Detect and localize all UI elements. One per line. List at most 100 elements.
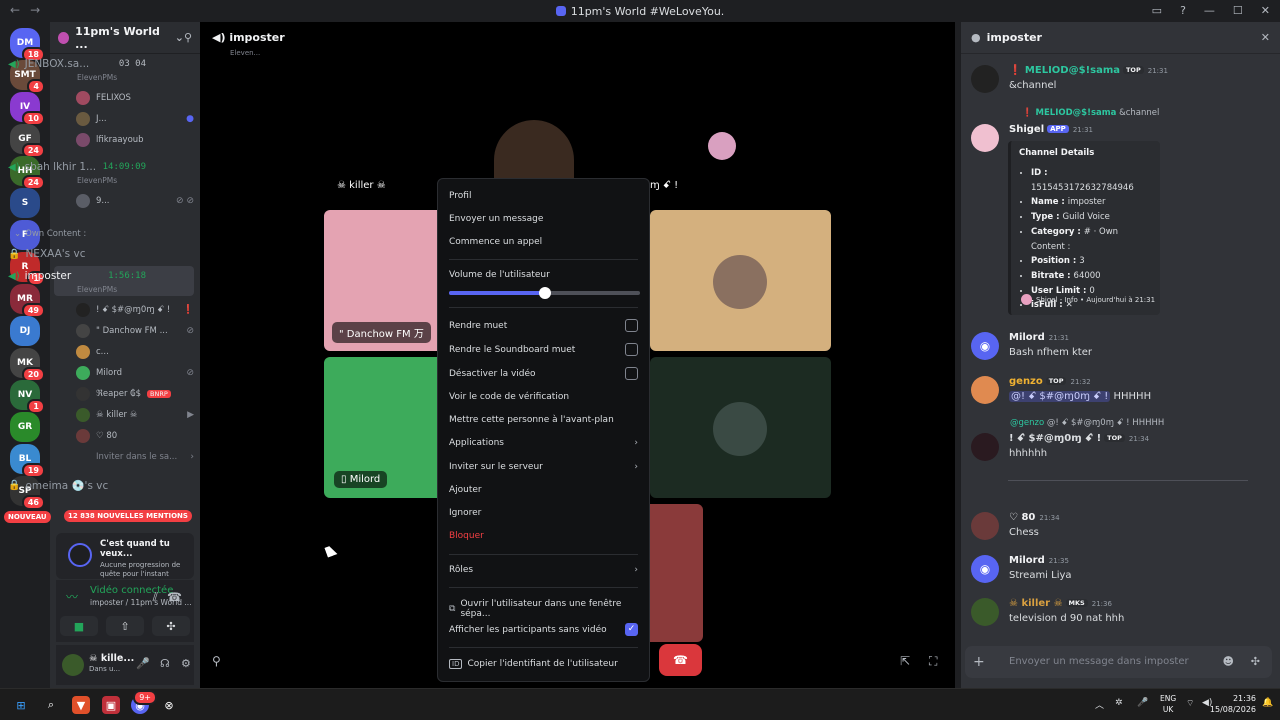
microphone-icon[interactable]: 🎤 xyxy=(136,657,150,670)
voice-channel-nexaa[interactable]: 🔒 NEXAA's vc xyxy=(4,248,146,260)
category-own-content[interactable]: ⌄ Own Content : xyxy=(4,229,146,239)
avatar[interactable] xyxy=(971,598,999,626)
voice-channel-imposter[interactable]: ◀) imposter 1:56:18 xyxy=(4,270,146,282)
menu-show-nonvideo[interactable]: Afficher les participants sans vidéo ✓ xyxy=(449,623,638,636)
server-icon-9[interactable]: DJ xyxy=(10,316,40,346)
avatar[interactable] xyxy=(971,512,999,540)
menu-profile[interactable]: Profil xyxy=(449,191,638,201)
member-lfikraayoub[interactable]: lfikraayoub xyxy=(76,133,194,147)
message-author[interactable]: ♡ 80 21:34 xyxy=(1009,512,1060,523)
disconnect-icon[interactable]: ☎ xyxy=(167,590,182,604)
emoji-icon[interactable]: ☻ xyxy=(1223,655,1234,668)
member-9[interactable]: 9... ⊘ ⊘ xyxy=(76,194,194,208)
help-icon[interactable]: ? xyxy=(1180,4,1186,17)
message-author[interactable]: Shigel APP 21:31 xyxy=(1009,124,1093,135)
server-icon-2[interactable]: IV 10 xyxy=(10,92,45,126)
avatar[interactable] xyxy=(971,433,999,461)
soundboard-checkbox[interactable] xyxy=(625,343,638,356)
message-author[interactable]: ! ꗃ $#@ɱ0ɱ ꗃ ! TOP 21:34 xyxy=(1009,433,1149,444)
avatar[interactable] xyxy=(971,124,999,152)
video-tile-danchow[interactable]: " Danchow FM 万 xyxy=(324,210,454,351)
notification-icon[interactable]: 🔔 xyxy=(1262,698,1273,708)
message-composer[interactable]: + Envoyer un message dans imposter ☻ ✣ xyxy=(965,646,1272,678)
tray-chevron-icon[interactable]: ︿ xyxy=(1095,698,1104,711)
search-icon[interactable]: ⌕ xyxy=(42,696,60,714)
message-author[interactable]: Milord 21:31 xyxy=(1009,332,1069,343)
user-name[interactable]: ☠ kille... xyxy=(89,653,134,664)
video-tile-dark[interactable] xyxy=(650,357,831,498)
menu-invite-server[interactable]: Inviter sur le serveur › xyxy=(449,462,638,472)
apps-icon[interactable]: ✣ xyxy=(1251,655,1260,668)
avatar[interactable] xyxy=(971,376,999,404)
maximize-button[interactable]: ☐ xyxy=(1233,4,1243,17)
volume-slider[interactable] xyxy=(449,287,640,299)
mentions-badge[interactable]: 12 838 NOUVELLES MENTIONS xyxy=(64,510,192,522)
voice-status[interactable]: Vidéo connectée xyxy=(90,585,173,596)
steam-icon[interactable]: ⊗ xyxy=(160,696,178,714)
menu-soundboard-mute[interactable]: Rendre le Soundboard muet xyxy=(449,343,638,356)
menu-applications[interactable]: Applications › xyxy=(449,438,638,448)
member-row[interactable]: c... xyxy=(76,345,194,359)
server-icon-0[interactable]: DM 18 xyxy=(10,28,45,62)
message-author[interactable]: ☠ killer ☠ MKS 21:36 xyxy=(1009,598,1112,609)
hang-up-button[interactable]: ☎ xyxy=(659,644,702,676)
menu-ignore[interactable]: Ignorer xyxy=(449,508,638,518)
fullscreen-icon[interactable]: ⛶ xyxy=(929,654,937,669)
server-icon-8[interactable]: MR 49 xyxy=(10,284,45,318)
volume-knob[interactable] xyxy=(538,287,551,299)
minimize-button[interactable]: — xyxy=(1204,4,1215,17)
member-reaper[interactable]: ℜeaper ₲$ BNRP xyxy=(76,387,194,401)
tray-settings-icon[interactable]: ✲ xyxy=(1115,698,1123,708)
screenshare-button[interactable]: ⇧ xyxy=(106,616,144,636)
reply-preview[interactable]: ❗ MELIOD@$!sama &channel xyxy=(1022,108,1159,118)
avatar[interactable] xyxy=(62,654,84,676)
menu-start-call[interactable]: Commence un appel xyxy=(449,237,638,247)
camera-button[interactable]: ■ xyxy=(60,616,98,636)
menu-spotlight[interactable]: Mettre cette personne à l'avant-plan xyxy=(449,415,638,425)
server-icon-11[interactable]: NV 1 xyxy=(10,380,45,414)
message-author[interactable]: Milord 21:35 xyxy=(1009,555,1069,566)
quest-card[interactable]: C'est quand tu veux... Aucune progressio… xyxy=(56,533,194,579)
gear-icon[interactable]: ⚙ xyxy=(181,657,191,670)
add-member-icon[interactable]: ⚲ xyxy=(184,31,192,44)
language-indicator[interactable]: ENG UK xyxy=(1160,693,1176,715)
server-icon-5[interactable]: S xyxy=(10,188,40,218)
popout-icon[interactable]: ⇱ xyxy=(900,654,910,668)
message-author[interactable]: ❗ MELIOD@$!sama TOP 21:31 xyxy=(1009,65,1168,76)
server-icon-12[interactable]: GR xyxy=(10,412,40,442)
member-j[interactable]: J... ● xyxy=(76,112,194,126)
reply-preview[interactable]: @genzo @! ꗃ $#@ɱ0ɱ ꗃ ! HHHHH xyxy=(1010,418,1164,428)
close-window-button[interactable]: ✕ xyxy=(1261,4,1270,17)
app-icon[interactable]: ▣ xyxy=(102,696,120,714)
menu-roles[interactable]: Rôles › xyxy=(449,565,638,575)
menu-send-message[interactable]: Envoyer un message xyxy=(449,214,638,224)
menu-block[interactable]: Bloquer xyxy=(449,531,638,541)
member-row[interactable]: " Danchow FM ... ⊘ xyxy=(76,324,194,338)
server-icon-13[interactable]: BL 19 xyxy=(10,444,45,478)
server-icon-3[interactable]: GF 24 xyxy=(10,124,45,158)
server-icon-10[interactable]: MK 20 xyxy=(10,348,45,382)
avatar[interactable] xyxy=(971,65,999,93)
inbox-icon[interactable]: ▭ xyxy=(1152,4,1162,17)
discord-taskbar-icon[interactable]: ◉ 9+ xyxy=(131,690,157,714)
voice-channel-jenbox[interactable]: ◀) JENBOX.sa... 03 04 xyxy=(4,58,146,70)
menu-copy-id[interactable]: ID Copier l'identifiant de l'utilisateur xyxy=(449,659,638,669)
video-tile-tan[interactable] xyxy=(650,210,831,351)
voice-channel-sbah[interactable]: ◀) sbah lkhir 1... 14:09:09 xyxy=(4,161,146,173)
member-milord[interactable]: Milord ⊘ xyxy=(76,366,194,380)
add-user-icon[interactable]: ⚲ xyxy=(212,654,221,668)
nonvideo-checkbox[interactable]: ✓ xyxy=(625,623,638,636)
menu-disable-video[interactable]: Désactiver la vidéo xyxy=(449,367,638,380)
windows-start-icon[interactable]: ⊞ xyxy=(12,696,30,714)
menu-add-friend[interactable]: Ajouter xyxy=(449,485,638,495)
chevron-down-icon[interactable]: ⌄ xyxy=(175,31,184,44)
close-chat-button[interactable]: ✕ xyxy=(1261,31,1270,44)
plus-icon[interactable]: + xyxy=(973,654,985,670)
discord-icon[interactable]: ◉ xyxy=(971,555,999,583)
video-feed-art[interactable] xyxy=(680,102,740,172)
video-checkbox[interactable] xyxy=(625,367,638,380)
member-row[interactable]: ! ꗃ $#@ɱ0ɱ ꗃ ! ❗ xyxy=(76,303,194,317)
signal-icon[interactable]: 〰 xyxy=(66,588,78,605)
new-badge[interactable]: NOUVEAU xyxy=(4,511,51,523)
brave-icon[interactable]: ▼ xyxy=(72,696,90,714)
